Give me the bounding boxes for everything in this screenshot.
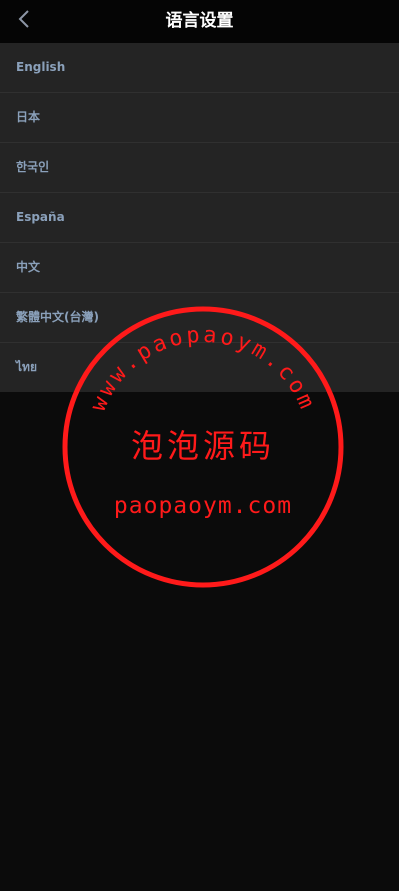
language-list: English 日本 한국인 España 中文 繁體中文(台灣) ไทย bbox=[0, 43, 399, 392]
language-option-korean[interactable]: 한국인 bbox=[0, 143, 399, 193]
language-option-chinese-traditional[interactable]: 繁體中文(台灣) bbox=[0, 293, 399, 343]
top-bar: 语言设置 bbox=[0, 0, 399, 43]
language-option-japanese[interactable]: 日本 bbox=[0, 93, 399, 143]
language-settings-screen: 语言设置 English 日本 한국인 España 中文 繁體中文(台灣) ไ… bbox=[0, 0, 399, 891]
stamp-bottom-text: paopaoym.com bbox=[114, 493, 292, 519]
language-option-spanish[interactable]: España bbox=[0, 193, 399, 243]
page-title: 语言设置 bbox=[165, 11, 234, 31]
language-option-english[interactable]: English bbox=[0, 43, 399, 93]
language-option-chinese-simplified[interactable]: 中文 bbox=[0, 243, 399, 293]
language-option-thai[interactable]: ไทย bbox=[0, 343, 399, 392]
stamp-center-text: 泡泡源码 bbox=[131, 427, 275, 465]
